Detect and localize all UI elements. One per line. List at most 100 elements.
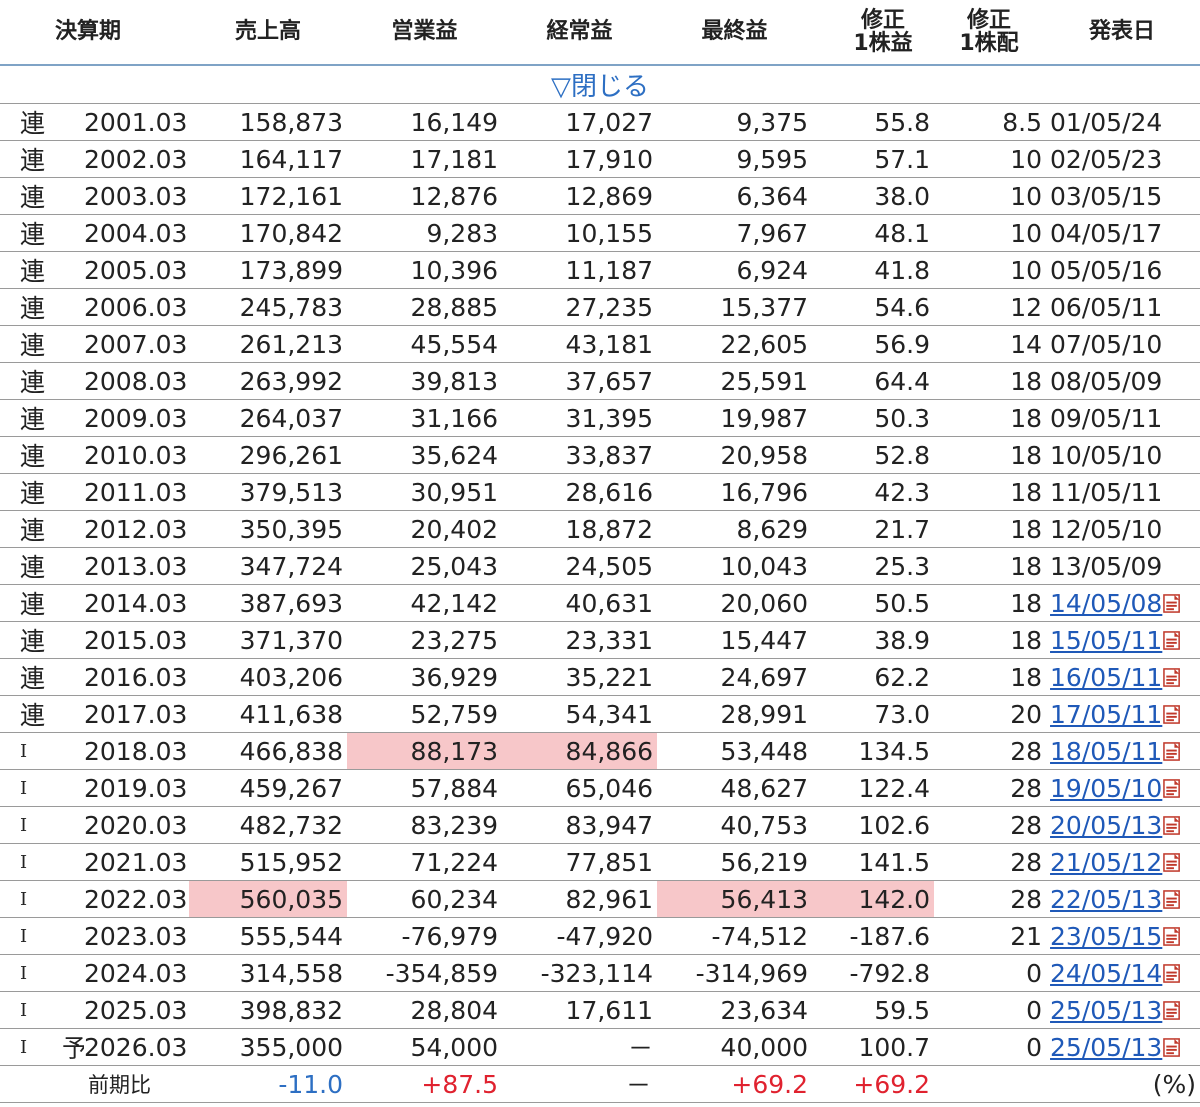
eps-cell: 62.2 <box>812 658 935 696</box>
table-row: I予2026.03355,00054,000－40,000100.7025/05… <box>0 1028 1200 1066</box>
pdf-icon[interactable] <box>1163 812 1182 835</box>
table-row: 連 2006.03 245,783 28,885 27,235 15,377 54.6 12 0… <box>0 288 1200 326</box>
revenue-cell: 466,838 <box>189 732 348 770</box>
header-period: 決算期 <box>55 19 122 45</box>
table-row: 連 2002.03 164,117 17,181 17,910 9,595 57.1 10 02… <box>0 140 1200 178</box>
eps-cell: 56.9 <box>812 325 935 363</box>
fiscal-period: 2018.03 <box>84 732 190 770</box>
revenue-cell: 560,035 <box>189 880 348 918</box>
announce-date-cell: 16/05/11 <box>1044 658 1200 696</box>
forecast-mark <box>58 288 84 326</box>
announce-date-link[interactable]: 19/05/10 <box>1050 774 1162 803</box>
table-row: 連 2007.03 261,213 45,554 43,181 22,605 56.9 14 0… <box>0 325 1200 363</box>
forecast-mark <box>58 695 84 733</box>
fiscal-period: 2020.03 <box>84 806 190 844</box>
pdf-icon[interactable] <box>1163 664 1182 687</box>
announce-date-link[interactable]: 15/05/11 <box>1050 626 1162 655</box>
pdf-icon[interactable] <box>1163 886 1182 909</box>
announce-date-link[interactable]: 23/05/15 <box>1050 922 1162 951</box>
pdf-icon[interactable] <box>1163 627 1182 650</box>
header-row: 決算期 売上高 営業益 経常益 最終益 修正 1株益 修正 1株配 発表日 <box>0 0 1200 65</box>
revenue-cell: 411,638 <box>189 695 348 733</box>
eps-cell: 41.8 <box>812 251 935 289</box>
net-profit-cell: 9,375 <box>657 103 813 141</box>
pdf-icon[interactable] <box>1163 590 1182 613</box>
dps-cell: 18 <box>934 584 1045 622</box>
accounting-type: I <box>0 769 58 807</box>
announce-date-link[interactable]: 25/05/13 <box>1050 996 1162 1025</box>
revenue-cell: 296,261 <box>189 436 348 474</box>
forecast-mark <box>58 658 84 696</box>
ordinary-profit-cell: -323,114 <box>502 954 658 992</box>
net-profit-cell: 22,605 <box>657 325 813 363</box>
fiscal-period: 2024.03 <box>84 954 190 992</box>
collapse-toggle[interactable]: ▽閉じる <box>0 65 1200 104</box>
announce-date-link[interactable]: 21/05/12 <box>1050 848 1162 877</box>
announce-date-cell: 18/05/11 <box>1044 732 1200 770</box>
ordinary-profit-cell: 27,235 <box>502 288 658 326</box>
fiscal-period: 2008.03 <box>84 362 190 400</box>
eps-cell: 38.0 <box>812 177 935 215</box>
fiscal-period: 2016.03 <box>84 658 190 696</box>
announce-date-cell: 04/05/17 <box>1044 214 1200 252</box>
forecast-mark <box>58 806 84 844</box>
table-row: I 2018.03 466,838 88,173 84,866 53,448 134.5 28… <box>0 732 1200 770</box>
header-net: 最終益 <box>701 19 768 45</box>
pdf-icon[interactable] <box>1163 738 1182 761</box>
announce-date-link[interactable]: 20/05/13 <box>1050 811 1162 840</box>
announce-date-link[interactable]: 14/05/08 <box>1050 589 1162 618</box>
ordinary-profit-cell: 18,872 <box>502 510 658 548</box>
pdf-icon[interactable] <box>1163 923 1182 946</box>
table-row: I 2020.03 482,732 83,239 83,947 40,753 102.6 28… <box>0 806 1200 844</box>
revenue-cell: 261,213 <box>189 325 348 363</box>
pdf-icon[interactable] <box>1163 960 1182 983</box>
net-profit-cell: 15,377 <box>657 288 813 326</box>
operating-profit-cell: -354,859 <box>347 954 503 992</box>
dps-cell: 28 <box>934 880 1045 918</box>
ordinary-profit-cell: 43,181 <box>502 325 658 363</box>
forecast-mark <box>58 547 84 585</box>
eps-cell: 48.1 <box>812 214 935 252</box>
pdf-icon[interactable] <box>1163 997 1182 1020</box>
ratio-operating: +87.5 <box>347 1065 503 1103</box>
ordinary-profit-cell: 24,505 <box>502 547 658 585</box>
announce-date-link[interactable]: 25/05/13 <box>1050 1033 1162 1062</box>
pdf-icon[interactable] <box>1163 849 1182 872</box>
fiscal-period: 2011.03 <box>84 473 190 511</box>
net-profit-cell: 40,753 <box>657 806 813 844</box>
accounting-type: 連 <box>0 177 58 215</box>
announce-date-link[interactable]: 17/05/11 <box>1050 700 1162 729</box>
net-profit-cell: 40,000 <box>657 1028 813 1066</box>
announce-date-link[interactable]: 16/05/11 <box>1050 663 1162 692</box>
operating-profit-cell: 45,554 <box>347 325 503 363</box>
announce-date-link[interactable]: 24/05/14 <box>1050 959 1162 988</box>
pdf-icon[interactable] <box>1163 775 1182 798</box>
fiscal-period: 2005.03 <box>84 251 190 289</box>
dps-cell: 28 <box>934 732 1045 770</box>
pdf-icon[interactable] <box>1163 701 1182 724</box>
revenue-cell: 314,558 <box>189 954 348 992</box>
fiscal-period: 2025.03 <box>84 991 190 1029</box>
ordinary-profit-cell: 54,341 <box>502 695 658 733</box>
fiscal-period: 2003.03 <box>84 177 190 215</box>
announce-date-link[interactable]: 18/05/11 <box>1050 737 1162 766</box>
accounting-type: I <box>0 917 58 955</box>
ratio-row: 前期比 -11.0 +87.5 － +69.2 +69.2 (%) <box>0 1065 1200 1103</box>
revenue-cell: 355,000 <box>189 1028 348 1066</box>
dps-cell: 12 <box>934 288 1045 326</box>
eps-cell: 73.0 <box>812 695 935 733</box>
fiscal-period: 2017.03 <box>84 695 190 733</box>
dps-cell: 18 <box>934 362 1045 400</box>
net-profit-cell: 24,697 <box>657 658 813 696</box>
announce-date-cell: 25/05/13 <box>1044 1028 1200 1066</box>
dps-cell: 10 <box>934 177 1045 215</box>
accounting-type: I <box>0 1028 58 1066</box>
forecast-mark <box>58 362 84 400</box>
announce-date-cell: 12/05/10 <box>1044 510 1200 548</box>
operating-profit-cell: 88,173 <box>347 732 503 770</box>
pdf-icon[interactable] <box>1163 1034 1182 1057</box>
announce-date-link[interactable]: 22/05/13 <box>1050 885 1162 914</box>
accounting-type: 連 <box>0 140 58 178</box>
forecast-mark <box>58 510 84 548</box>
revenue-cell: 172,161 <box>189 177 348 215</box>
